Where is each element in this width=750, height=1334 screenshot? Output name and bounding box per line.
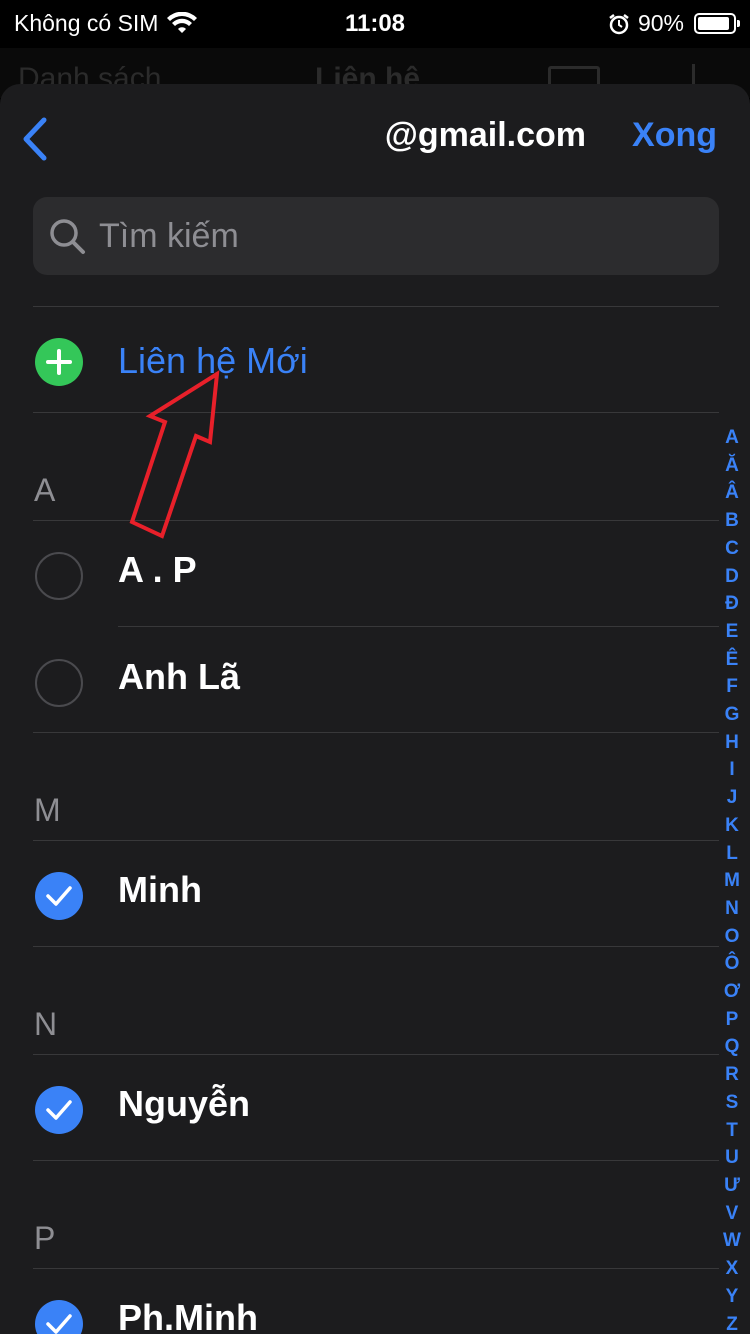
index-letter[interactable]: Đ [725,590,739,618]
index-letter[interactable]: W [723,1227,741,1255]
index-letter[interactable]: Ă [725,452,739,480]
back-button[interactable] [18,116,52,162]
divider [118,626,719,627]
index-letter[interactable]: E [726,618,739,646]
section-header-n: N [34,1006,58,1042]
index-letter[interactable]: J [727,784,738,812]
contact-name: A . P [118,549,197,590]
divider [33,732,719,733]
index-letter[interactable]: X [726,1255,739,1283]
search-bar[interactable] [33,197,719,275]
contact-name: Ph.Minh [118,1297,258,1334]
index-letter[interactable]: P [726,1006,739,1034]
index-letter[interactable]: Â [725,479,739,507]
new-contact-button[interactable]: Liên hệ Mới [0,308,720,413]
contact-row[interactable]: Anh Lã [0,628,720,734]
account-title: @gmail.com [384,116,586,154]
checkmark-circle-icon[interactable] [35,1086,83,1134]
checkmark-icon [46,886,72,906]
index-letter[interactable]: U [725,1144,739,1172]
checkmark-circle-icon[interactable] [35,872,83,920]
divider [33,306,719,307]
index-letter[interactable]: Ư [724,1172,740,1200]
section-header-m: M [34,792,61,828]
checkmark-icon [46,1314,72,1334]
index-letter[interactable]: Ô [725,950,740,978]
contact-row[interactable]: A . P [0,521,720,627]
index-letter[interactable]: Q [725,1033,740,1061]
divider [33,946,719,947]
search-input[interactable] [99,197,699,275]
contact-name: Nguyễn [118,1083,251,1124]
battery-percent: 90% [637,10,684,36]
checkmark-circle-icon[interactable] [35,1300,83,1334]
contact-name: Minh [118,869,202,910]
section-header-p: P [34,1220,56,1256]
index-letter[interactable]: Ê [726,646,739,674]
index-letter[interactable]: Y [726,1283,739,1311]
index-letter[interactable]: I [729,756,734,784]
plus-circle-icon [35,338,83,386]
index-letter[interactable]: N [725,895,739,923]
index-letter[interactable]: V [726,1200,739,1228]
status-bar: Không có SIM 11:08 90% [0,0,750,48]
section-header-a: A [34,472,56,508]
done-button[interactable]: Xong [632,116,717,155]
unselected-circle-icon[interactable] [35,659,83,707]
annotation-arrow-icon [129,370,220,539]
contact-row[interactable]: Nguyễn [0,1055,720,1161]
index-letter[interactable]: S [726,1089,739,1117]
contact-row[interactable]: Minh [0,841,720,947]
index-letter[interactable]: A [725,424,739,452]
battery-fill [698,17,729,30]
battery-icon [694,13,740,34]
index-letter[interactable]: K [725,812,739,840]
contact-name: Anh Lã [118,656,240,697]
chevron-left-icon [23,117,47,161]
index-letter[interactable]: C [725,535,739,563]
index-letter[interactable]: R [725,1061,739,1089]
search-icon [50,219,85,254]
alarm-icon [609,13,629,34]
index-letter[interactable]: F [726,673,738,701]
index-letter[interactable]: B [725,507,739,535]
index-letter[interactable]: D [725,563,739,591]
unselected-circle-icon[interactable] [35,552,83,600]
contact-row[interactable]: Ph.Minh [0,1269,720,1334]
divider [33,1160,719,1161]
index-letter[interactable]: L [726,840,738,868]
index-letter[interactable]: Z [726,1311,738,1334]
status-right: 90% [608,10,740,37]
index-letter[interactable]: Ơ [724,978,740,1006]
checkmark-icon [46,1100,72,1120]
index-letter[interactable]: G [725,701,740,729]
index-letter[interactable]: H [725,729,739,757]
alphabet-index[interactable]: AĂÂBCDĐEÊFGHIJKLMNOÔƠPQRSTUƯVWXYZ# [720,424,744,1334]
index-letter[interactable]: M [724,867,740,895]
contacts-picker-sheet: @gmail.com Xong Liên hệ Mới A A . P Anh … [0,84,750,1334]
index-letter[interactable]: T [726,1117,738,1145]
index-letter[interactable]: O [725,923,740,951]
